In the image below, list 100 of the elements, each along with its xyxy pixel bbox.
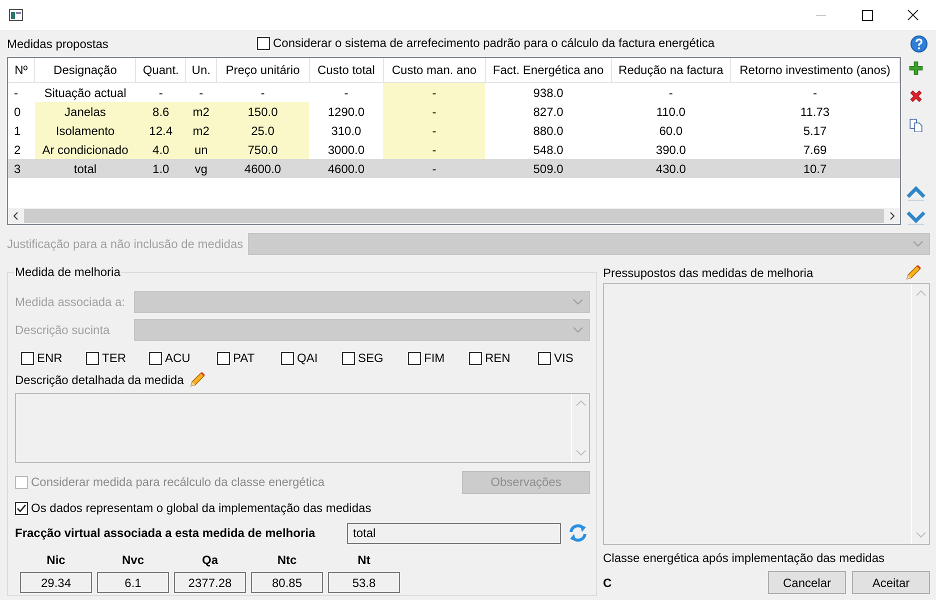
pencil-icon[interactable] [904,264,922,282]
table-cell-text: 0 [13,104,22,120]
checkbox-label: REN [485,351,510,365]
checkbox[interactable] [408,352,421,364]
field-label: Fracção virtual associada a esta medida de melhoria [15,526,316,540]
dialog-button[interactable]: Aceitar [852,571,930,594]
chevron-down-icon [573,327,583,333]
indicator-label: Nt [358,553,370,567]
checkbox[interactable] [257,36,270,50]
table-cell: 310.0 [309,121,384,140]
table-cell: 4600.0 [216,159,310,178]
field-label: Justificação para a não inclusão de medidas [7,237,244,251]
table-cell: - [8,82,35,102]
table-cell-text: 110.0 [655,104,686,120]
table-cell: - [730,82,900,102]
column-header[interactable]: Quant. [136,58,186,82]
column-header[interactable]: Un. [186,58,216,82]
checkbox[interactable] [86,352,99,364]
table-cell: Situação actual [34,82,136,102]
indicator-label: Ntc [277,553,297,567]
column-header[interactable]: Nº [8,58,35,82]
table-cell: - [216,82,310,102]
checkbox[interactable] [342,352,355,364]
checkbox-label: TER [102,351,126,365]
table-cell-text: 60.0 [658,122,684,140]
checkbox-label: Considerar medida para recálculo da classe energética [31,475,324,489]
table-cell: 4600.0 [309,159,384,178]
indicator-value-field: 53.8 [328,572,400,593]
checkbox[interactable] [21,352,34,364]
checkbox-label: ACU [165,351,190,365]
column-header[interactable]: Retorno investimento (anos) [730,58,900,82]
table-cell: 3000.0 [309,140,384,159]
table-cell-text: 1 [13,122,22,140]
table-cell: vg [186,159,216,178]
table-cell: Janelas [34,102,136,121]
checkbox[interactable] [281,352,294,364]
table-cell: 25.0 [216,121,310,140]
copy-icon[interactable] [908,118,924,132]
column-header[interactable]: Preço unitário [216,58,310,82]
table-cell: 10.7 [730,159,900,178]
checkbox[interactable] [217,352,230,364]
table-cell: 827.0 [485,102,612,121]
checkbox-label: Considerar o sistema de arrefecimento padrão para o cálculo da factura energética [273,36,715,50]
fraction-input-field[interactable]: total [347,522,561,544]
horizontal-scrollbar[interactable] [8,208,900,224]
indicator-label: Nic [46,553,66,567]
table-cell: 430.0 [611,159,730,178]
checkbox[interactable] [15,502,28,514]
move-down-icon[interactable] [904,208,926,226]
table-cell: 548.0 [485,140,612,159]
column-header[interactable]: Designação [34,58,136,82]
pencil-icon[interactable] [188,371,206,389]
table-cell: total [34,159,136,178]
table-cell: - [309,82,384,102]
table-cell: - [186,82,216,102]
indicator-value-field: 6.1 [97,572,169,593]
energy-class-value: C [603,576,612,590]
column-header[interactable]: Fact. Energética ano [485,58,612,82]
delete-icon[interactable] [908,89,924,104]
checkbox-label: SEG [358,351,384,365]
checkbox-label: ENR [37,351,62,365]
table-cell: 390.0 [611,140,730,159]
checkbox-label: PAT [233,351,255,365]
table-cell: - [383,140,486,159]
checkbox-label: FIM [424,351,445,365]
table-cell: Isolamento [34,121,136,140]
table-cell: m2 [186,121,216,140]
table-cell: 880.0 [485,121,612,140]
table-cell: Ar condicionado [34,140,136,159]
add-icon[interactable] [908,61,924,76]
table-cell: - [136,82,186,102]
section-title: Medidas propostas [7,36,108,50]
checkbox[interactable] [469,352,482,364]
chevron-down-icon [913,241,923,247]
table-cell: - [383,102,486,121]
table-cell: 8.6 [136,102,186,121]
column-header[interactable]: Custo total [309,58,384,82]
help-icon[interactable] [910,34,928,52]
column-header[interactable]: Redução na factura [611,58,730,82]
checkbox-label: VIS [554,351,574,365]
table-cell: 1.0 [136,159,186,178]
indicator-value-field: 80.85 [251,572,323,593]
chevron-down-icon [573,299,583,305]
checkbox[interactable] [538,352,551,364]
app-icon [9,9,23,21]
field-label: Medida associada a: [15,295,126,309]
table-cell: 4.0 [136,140,186,159]
table-cell: 750.0 [216,140,310,159]
move-up-icon[interactable] [904,184,926,201]
checkbox-label: Os dados representam o global da implementação das medidas [31,501,372,515]
table-cell: - [383,159,486,178]
table-cell-text: 5.17 [802,122,828,140]
dialog-button[interactable]: Cancelar [768,571,846,594]
table-cell: 12.4 [136,121,186,140]
checkbox[interactable] [149,352,162,364]
indicator-label: Nvc [122,553,144,567]
indicator-value-field: 2377.28 [174,572,246,593]
refresh-icon[interactable] [568,523,588,543]
field-label: Descrição detalhada da medida [15,373,184,387]
table-cell: 1290.0 [309,102,384,121]
